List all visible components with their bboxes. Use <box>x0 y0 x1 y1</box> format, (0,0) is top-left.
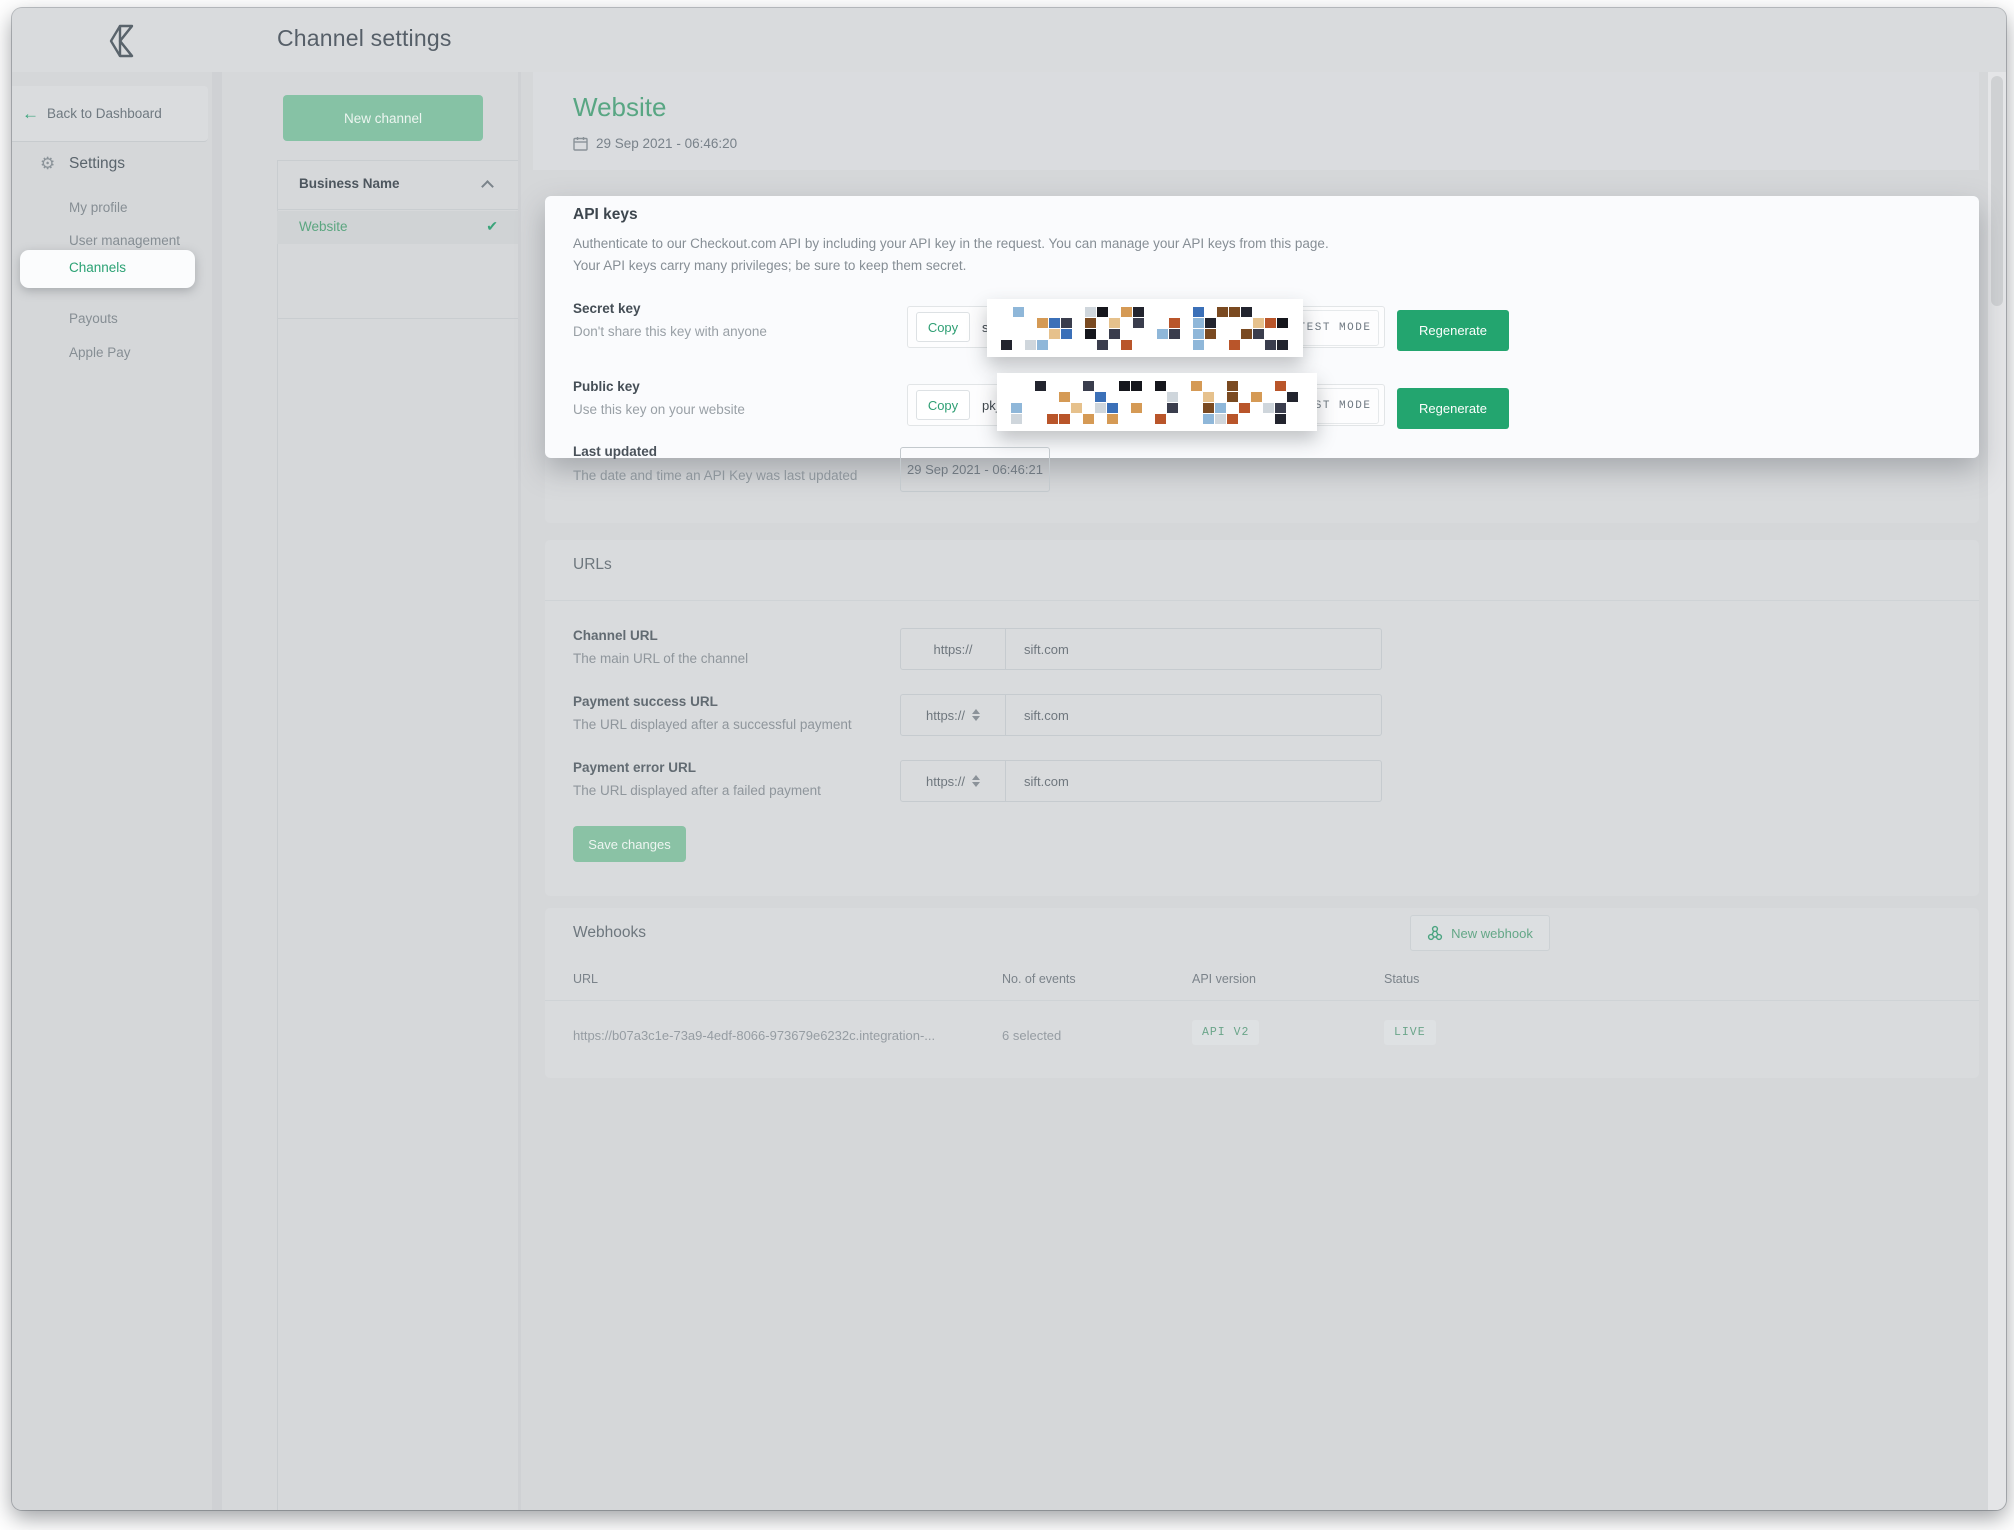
protocol-select[interactable]: https:// <box>901 761 1006 801</box>
payment-success-url-label: Payment success URL <box>573 694 718 709</box>
regenerate-secret-key-button[interactable]: Regenerate <box>1397 310 1509 351</box>
secret-key-label: Secret key <box>573 301 641 316</box>
select-arrows-icon <box>972 775 980 787</box>
sidebar-item-user-management[interactable]: User management <box>69 233 180 248</box>
copy-public-key-button[interactable]: Copy <box>916 390 970 420</box>
test-mode-badge: TEST MODE <box>1291 310 1379 346</box>
sidebar-item-my-profile[interactable]: My profile <box>69 200 128 215</box>
webhook-url-cell: https://b07a3c1e-73a9-4edf-8066-973679e6… <box>573 1028 935 1043</box>
last-updated-value: 29 Sep 2021 - 06:46:21 <box>900 447 1050 492</box>
last-updated-label: Last updated <box>573 444 657 459</box>
arrow-left-icon: ← <box>22 104 39 124</box>
channel-title: Website <box>573 92 666 123</box>
regenerate-public-key-button[interactable]: Regenerate <box>1397 388 1509 429</box>
api-keys-section: API keys Authenticate to our Checkout.co… <box>545 196 1979 523</box>
screen: Channel settings ← Back to Dashboard ⚙ S… <box>0 0 2014 1530</box>
chevron-up-icon <box>481 180 494 193</box>
column-header-url: URL <box>573 972 598 986</box>
api-keys-description-1: Authenticate to our Checkout.com API by … <box>573 236 1329 251</box>
channel-list-header[interactable]: Business Name <box>277 160 518 210</box>
webhook-icon <box>1427 925 1443 941</box>
business-name-header: Business Name <box>299 176 400 191</box>
save-changes-button[interactable]: Save changes <box>573 826 686 862</box>
payment-success-url-value: sift.com <box>1024 708 1069 723</box>
secret-key-hint: Don't share this key with anyone <box>573 324 767 339</box>
sidebar-item-channels[interactable]: Channels <box>69 260 126 275</box>
payment-error-url-input[interactable]: https:// sift.com <box>900 760 1382 802</box>
urls-title: URLs <box>573 556 612 574</box>
select-arrows-icon <box>972 709 980 721</box>
copy-secret-key-button[interactable]: Copy <box>916 312 970 342</box>
back-label: Back to Dashboard <box>47 106 162 121</box>
column-header-api-version: API version <box>1192 972 1256 986</box>
webhook-events-cell: 6 selected <box>1002 1028 1061 1043</box>
payment-success-url-hint: The URL displayed after a successful pay… <box>573 717 852 732</box>
urls-section: URLs Channel URL The main URL of the cha… <box>545 540 1979 896</box>
channel-header: Website 29 Sep 2021 - 06:46:20 <box>533 72 1979 170</box>
page-title: Channel settings <box>277 25 452 52</box>
webhooks-title: Webhooks <box>573 924 646 942</box>
channel-url-hint: The main URL of the channel <box>573 651 748 666</box>
column-header-events: No. of events <box>1002 972 1076 986</box>
sidebar: ← Back to Dashboard ⚙ Settings My profil… <box>12 72 212 1510</box>
scrollbar[interactable] <box>1988 72 2006 1510</box>
settings-label: Settings <box>69 155 125 173</box>
new-webhook-label: New webhook <box>1451 926 1533 941</box>
scrollbar-thumb[interactable] <box>1991 76 2003 306</box>
divider <box>545 600 1979 601</box>
main-content: Website 29 Sep 2021 - 06:46:20 API keys … <box>521 72 1988 1510</box>
sidebar-item-payouts[interactable]: Payouts <box>69 311 118 326</box>
sidebar-item-apple-pay[interactable]: Apple Pay <box>69 345 131 360</box>
created-timestamp: 29 Sep 2021 - 06:46:20 <box>596 136 737 151</box>
last-updated-hint: The date and time an API Key was last up… <box>573 468 857 483</box>
calendar-icon <box>573 136 588 151</box>
checkout-logo-icon <box>104 20 146 62</box>
back-to-dashboard-link[interactable]: ← Back to Dashboard <box>12 86 208 142</box>
public-key-label: Public key <box>573 379 640 394</box>
top-bar: Channel settings <box>12 8 2006 72</box>
status-badge: LIVE <box>1384 1020 1436 1045</box>
app-window: Channel settings ← Back to Dashboard ⚙ S… <box>12 8 2006 1510</box>
payment-error-url-value: sift.com <box>1024 774 1069 789</box>
channel-url-value: sift.com <box>1024 642 1069 657</box>
payment-error-url-label: Payment error URL <box>573 760 696 775</box>
channel-list-panel <box>277 160 518 1510</box>
api-keys-title: API keys <box>573 206 638 224</box>
payment-error-url-hint: The URL displayed after a failed payment <box>573 783 821 798</box>
divider <box>212 72 222 1510</box>
public-key-redaction-overlay <box>997 373 1317 431</box>
protocol-select[interactable]: https:// <box>901 695 1006 735</box>
api-version-badge: API V2 <box>1192 1020 1259 1045</box>
gear-icon: ⚙ <box>40 154 55 174</box>
divider <box>545 1000 1979 1001</box>
divider <box>277 318 518 319</box>
protocol-prefix: https:// <box>901 629 1006 669</box>
column-header-status: Status <box>1384 972 1419 986</box>
settings-section-header: ⚙ Settings <box>12 152 212 182</box>
secret-key-redaction-overlay <box>987 299 1303 357</box>
new-channel-button[interactable]: New channel <box>283 95 483 141</box>
channel-url-label: Channel URL <box>573 628 658 643</box>
check-icon: ✔ <box>486 218 498 235</box>
channel-name: Website <box>299 219 348 234</box>
channel-list-column: New channel Business Name Website ✔ <box>222 72 518 1510</box>
webhooks-section: Webhooks New webhook URL No. of events A… <box>545 908 1979 1078</box>
payment-success-url-input[interactable]: https:// sift.com <box>900 694 1382 736</box>
channel-list-item-website[interactable]: Website ✔ <box>277 211 518 244</box>
public-key-hint: Use this key on your website <box>573 402 745 417</box>
new-webhook-button[interactable]: New webhook <box>1410 915 1550 951</box>
channel-url-input[interactable]: https:// sift.com <box>900 628 1382 670</box>
api-keys-description-2: Your API keys carry many privileges; be … <box>573 258 966 273</box>
channel-created-row: 29 Sep 2021 - 06:46:20 <box>573 136 737 151</box>
